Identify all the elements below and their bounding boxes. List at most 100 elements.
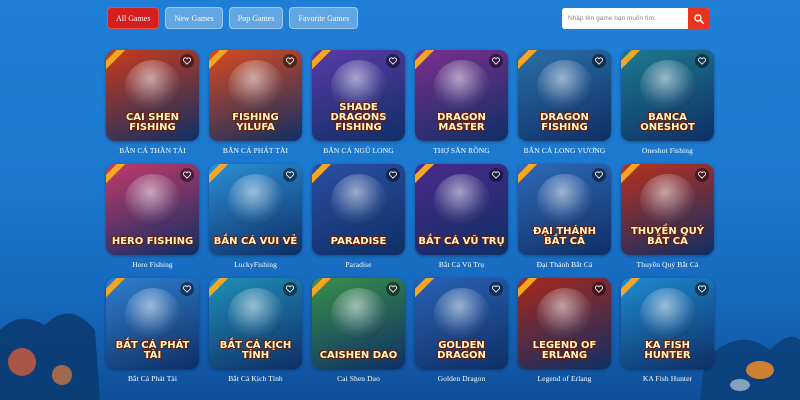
game-title[interactable]: Bắt Cá Kịch Tính [209, 374, 302, 383]
favorite-button[interactable] [489, 54, 503, 68]
game-title[interactable]: BẮN CÁ LONG VƯƠNG [518, 146, 611, 155]
game-thumbnail[interactable]: KA Fish Hunter [621, 278, 714, 369]
game-thumbnail[interactable]: Đại Thánh Bắt Cá [518, 164, 611, 255]
search-input[interactable] [562, 8, 688, 29]
search-button[interactable] [688, 8, 710, 29]
game-artwork [227, 174, 284, 226]
hot-ribbon [621, 50, 643, 72]
game-card[interactable]: Golden Dragon Golden Dragon [415, 278, 508, 383]
game-card[interactable]: Cai Shen Fishing BẮN CÁ THẦN TÀI [106, 50, 199, 155]
favorite-button[interactable] [695, 168, 709, 182]
game-logo-text: Dragon Fishing [540, 112, 589, 133]
favorite-button[interactable] [386, 282, 400, 296]
game-title[interactable]: Bắt Cá Vũ Trụ [415, 260, 508, 269]
game-thumbnail[interactable]: Golden Dragon [415, 278, 508, 369]
game-title[interactable]: BẮN CÁ NGŨ LONG [312, 146, 405, 155]
game-artwork [124, 60, 181, 112]
game-thumbnail[interactable]: Bắt Cá Vũ Trụ [415, 164, 508, 255]
game-title[interactable]: Cai Shen Dao [312, 374, 405, 383]
game-thumbnail[interactable]: Paradise [312, 164, 405, 255]
game-title[interactable]: Thuyền Quý Bắt Cá [621, 260, 714, 269]
game-thumbnail[interactable]: Bắn Cá Vui Vẻ [209, 164, 302, 255]
game-title[interactable]: Paradise [312, 260, 405, 269]
game-thumbnail[interactable]: Cai Shen Fishing [106, 50, 199, 141]
game-thumbnail[interactable]: Dragon Fishing [518, 50, 611, 141]
game-title[interactable]: BẮN CÁ PHÁT TÀI [209, 146, 302, 155]
game-thumbnail[interactable]: Bắt Cá Phát Tài [106, 278, 199, 369]
game-card[interactable]: Legend of Erlang Legend of Erlang [518, 278, 611, 383]
game-logo-text: Paradise [330, 236, 387, 247]
game-card[interactable]: Paradise Paradise [312, 164, 405, 269]
game-thumbnail[interactable]: Fishing Yilufa [209, 50, 302, 141]
favorite-button[interactable] [283, 282, 297, 296]
game-logo-text: Cai Shen Fishing [125, 112, 180, 133]
favorite-button[interactable] [489, 168, 503, 182]
game-title[interactable]: Bắt Cá Phát Tài [106, 374, 199, 383]
game-thumbnail[interactable]: Legend of Erlang [518, 278, 611, 369]
favorite-button[interactable] [386, 54, 400, 68]
game-card[interactable]: Bắt Cá Kịch Tính Bắt Cá Kịch Tính [209, 278, 302, 383]
game-title[interactable]: Legend of Erlang [518, 374, 611, 383]
game-card[interactable]: Fishing Yilufa BẮN CÁ PHÁT TÀI [209, 50, 302, 155]
game-card[interactable]: Bắt Cá Vũ Trụ Bắt Cá Vũ Trụ [415, 164, 508, 269]
favorite-button[interactable] [283, 168, 297, 182]
hot-ribbon [621, 278, 643, 300]
game-card[interactable]: Bắt Cá Phát Tài Bắt Cá Phát Tài [106, 278, 199, 383]
game-title[interactable]: Hero Fishing [106, 260, 199, 269]
game-logo-text: Shade Dragons Fishing [330, 102, 387, 133]
game-artwork [227, 60, 284, 112]
game-artwork [536, 288, 593, 340]
game-title[interactable]: Đại Thánh Bắt Cá [518, 260, 611, 269]
game-thumbnail[interactable]: Thuyền Quý Bắt Cá [621, 164, 714, 255]
heart-icon [286, 171, 294, 179]
game-title[interactable]: BẮN CÁ THẦN TÀI [106, 146, 199, 155]
hot-ribbon [106, 164, 128, 186]
game-thumbnail[interactable]: Bắt Cá Kịch Tính [209, 278, 302, 369]
game-card[interactable]: Dragon Fishing BẮN CÁ LONG VƯƠNG [518, 50, 611, 155]
favorite-button[interactable] [180, 54, 194, 68]
tab-new-games[interactable]: New Games [165, 7, 223, 29]
game-thumbnail[interactable]: Dragon Master [415, 50, 508, 141]
tab-all-games[interactable]: All Games [107, 7, 160, 29]
category-tabs: All Games New Games Pop Games Favorite Game… [107, 7, 359, 29]
game-card[interactable]: KA Fish Hunter KA Fish Hunter [621, 278, 714, 383]
game-card[interactable]: Shade Dragons Fishing BẮN CÁ NGŨ LONG [312, 50, 405, 155]
favorite-button[interactable] [180, 168, 194, 182]
game-thumbnail[interactable]: Hero Fishing [106, 164, 199, 255]
game-logo-text: Bắt Cá Vũ Trụ [418, 236, 505, 247]
game-thumbnail[interactable]: Banca Oneshot [621, 50, 714, 141]
game-card[interactable]: Bắn Cá Vui Vẻ LuckyFishing [209, 164, 302, 269]
game-card[interactable]: Đại Thánh Bắt Cá Đại Thánh Bắt Cá [518, 164, 611, 269]
game-logo-text: Banca Oneshot [640, 112, 695, 133]
game-thumbnail[interactable]: Shade Dragons Fishing [312, 50, 405, 141]
favorite-button[interactable] [592, 54, 606, 68]
favorite-button[interactable] [180, 282, 194, 296]
game-card[interactable]: Thuyền Quý Bắt Cá Thuyền Quý Bắt Cá [621, 164, 714, 269]
favorite-button[interactable] [695, 282, 709, 296]
game-grid: Cai Shen Fishing BẮN CÁ THẦN TÀI Fishing Y… [106, 50, 714, 383]
game-artwork [330, 288, 387, 340]
favorite-button[interactable] [386, 168, 400, 182]
favorite-button[interactable] [592, 282, 606, 296]
game-title[interactable]: LuckyFishing [209, 260, 302, 269]
hot-ribbon [209, 164, 231, 186]
hot-ribbon [312, 164, 334, 186]
favorite-button[interactable] [592, 168, 606, 182]
tab-pop-games[interactable]: Pop Games [228, 7, 284, 29]
tab-favorite-games[interactable]: Favorite Games [289, 7, 359, 29]
game-title[interactable]: KA Fish Hunter [621, 374, 714, 383]
heart-icon [698, 285, 706, 293]
game-card[interactable]: Caishen Dao Cai Shen Dao [312, 278, 405, 383]
hot-ribbon [312, 50, 334, 72]
game-thumbnail[interactable]: Caishen Dao [312, 278, 405, 369]
game-logo-text: Legend of Erlang [532, 340, 597, 361]
favorite-button[interactable] [283, 54, 297, 68]
favorite-button[interactable] [695, 54, 709, 68]
game-title[interactable]: Golden Dragon [415, 374, 508, 383]
game-title[interactable]: Oneshot Fishing [621, 146, 714, 155]
favorite-button[interactable] [489, 282, 503, 296]
game-title[interactable]: THỢ SĂN RỒNG [415, 146, 508, 155]
game-card[interactable]: Banca Oneshot Oneshot Fishing [621, 50, 714, 155]
game-card[interactable]: Hero Fishing Hero Fishing [106, 164, 199, 269]
game-card[interactable]: Dragon Master THỢ SĂN RỒNG [415, 50, 508, 155]
